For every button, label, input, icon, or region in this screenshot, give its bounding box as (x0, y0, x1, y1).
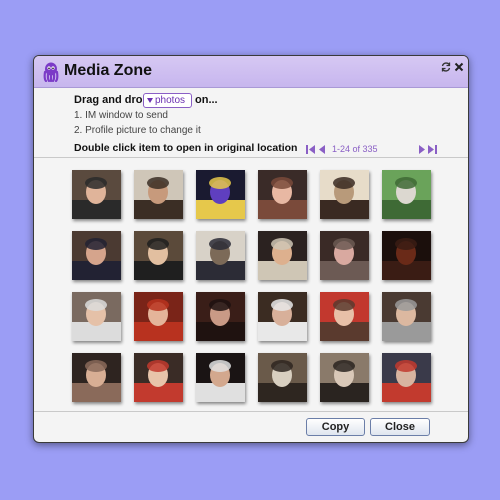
pager-range: 1-24 of 335 (332, 144, 378, 154)
photo-thumbnail-15[interactable] (196, 292, 245, 341)
photo-thumbnail-19[interactable] (72, 353, 121, 402)
photo-thumbnail-9[interactable] (196, 231, 245, 280)
photo-thumbnail-4[interactable] (258, 170, 307, 219)
photo-thumbnail-21[interactable] (196, 353, 245, 402)
photo-thumbnail-10[interactable] (258, 231, 307, 280)
last-page-icon[interactable] (427, 145, 437, 156)
instruction-step-1: 1. IM window to send (74, 110, 168, 121)
photo-thumbnail-22[interactable] (258, 353, 307, 402)
photo-grid (72, 170, 434, 406)
photo-thumbnail-20[interactable] (134, 353, 183, 402)
double-click-hint: Double click item to open in original lo… (74, 142, 298, 154)
photo-thumbnail-16[interactable] (258, 292, 307, 341)
title-bar[interactable]: Media Zone (34, 56, 468, 88)
drag-drop-label: Drag and drop (74, 94, 150, 106)
photo-thumbnail-5[interactable] (320, 170, 369, 219)
photo-thumbnail-1[interactable] (72, 170, 121, 219)
photo-thumbnail-3[interactable] (196, 170, 245, 219)
photo-thumbnail-2[interactable] (134, 170, 183, 219)
first-page-icon[interactable] (306, 145, 316, 156)
instructions-panel: Drag and drop photos on... 1. IM window … (34, 88, 468, 156)
refresh-icon[interactable] (440, 60, 452, 72)
photo-thumbnail-6[interactable] (382, 170, 431, 219)
photo-thumbnail-24[interactable] (382, 353, 431, 402)
photo-thumbnail-7[interactable] (72, 231, 121, 280)
close-icon[interactable] (453, 60, 465, 72)
divider-top (34, 157, 468, 158)
photo-thumbnail-14[interactable] (134, 292, 183, 341)
photo-thumbnail-11[interactable] (320, 231, 369, 280)
photo-thumbnail-8[interactable] (134, 231, 183, 280)
instruction-step-2: 2. Profile picture to change it (74, 125, 201, 136)
copy-button[interactable]: Copy (306, 418, 365, 436)
prev-page-icon[interactable] (319, 145, 326, 156)
octopus-icon (42, 62, 60, 83)
next-page-icon[interactable] (418, 145, 425, 156)
media-type-dropdown[interactable]: photos (143, 93, 192, 108)
photo-thumbnail-17[interactable] (320, 292, 369, 341)
window-title: Media Zone (64, 62, 153, 79)
media-type-value: photos (155, 95, 186, 106)
divider-bottom (34, 411, 468, 412)
photo-thumbnail-12[interactable] (382, 231, 431, 280)
on-label: on... (195, 94, 218, 106)
photo-thumbnail-13[interactable] (72, 292, 121, 341)
close-button[interactable]: Close (370, 418, 430, 436)
caret-down-icon (147, 98, 153, 103)
photo-thumbnail-23[interactable] (320, 353, 369, 402)
photo-thumbnail-18[interactable] (382, 292, 431, 341)
media-zone-window: Media Zone Drag and drop photos on... 1.… (33, 55, 469, 443)
